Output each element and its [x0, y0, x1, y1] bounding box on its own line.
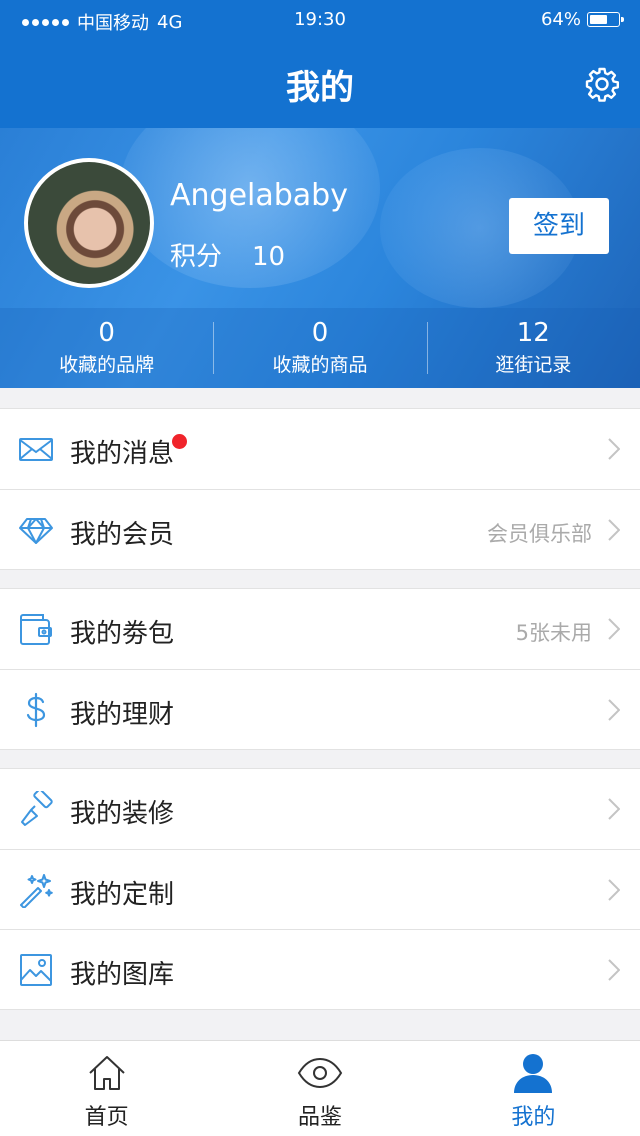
stat-browsing-history[interactable]: 12 逛街记录: [426, 308, 640, 388]
gear-icon[interactable]: [584, 66, 620, 102]
wallet-icon: [20, 614, 52, 645]
points-label: 积分: [170, 242, 223, 272]
stat-value: 0: [311, 318, 329, 348]
menu-item-messages[interactable]: 我的消息: [0, 409, 640, 489]
chevron-right-icon: [608, 519, 620, 541]
top-bar: 中国移动 4G 19:30 64% 我的: [0, 0, 640, 128]
avatar[interactable]: [24, 158, 154, 288]
chevron-right-icon: [608, 618, 620, 640]
tab-label: 首页: [84, 1105, 129, 1130]
menu-item-coupons[interactable]: 我的劵包 5张未用: [0, 589, 640, 669]
image-icon: [20, 954, 52, 986]
stat-value: 0: [98, 318, 115, 348]
paint-roller-icon: [21, 791, 53, 826]
points-info: 积分 10: [170, 236, 285, 273]
tab-bar: 首页 品鉴 我的: [0, 1040, 640, 1136]
eye-icon: [297, 1057, 343, 1089]
dollar-icon: [26, 692, 46, 728]
stat-favorite-brands[interactable]: 0 收藏的品牌: [0, 308, 213, 388]
stat-favorite-products[interactable]: 0 收藏的商品: [213, 308, 426, 388]
menu-label: 我的劵包: [70, 619, 175, 649]
menu-item-gallery[interactable]: 我的图库: [0, 929, 640, 1009]
chevron-right-icon: [608, 959, 620, 981]
menu-item-membership[interactable]: 我的会员 会员俱乐部: [0, 489, 640, 569]
stat-value: 12: [516, 318, 550, 348]
chevron-right-icon: [608, 699, 620, 721]
menu-group-2: 我的劵包 5张未用 我的理财: [0, 588, 640, 750]
menu-label: 我的理财: [70, 700, 175, 730]
unread-badge: [172, 434, 187, 449]
menu-group-3: 我的装修 我的定制 我的图库: [0, 768, 640, 1010]
stat-label: 收藏的品牌: [59, 354, 155, 376]
profile-header: Angelababy 积分 10 签到 0 收藏的品牌 0 收藏的商品 12 逛街…: [0, 128, 640, 388]
menu-item-finance[interactable]: 我的理财: [0, 669, 640, 749]
battery-percent: 64%: [540, 9, 581, 30]
chevron-right-icon: [608, 879, 620, 901]
mail-icon: [19, 438, 53, 461]
checkin-button[interactable]: 签到: [509, 198, 609, 254]
menu-group-1: 我的消息 我的会员 会员俱乐部: [0, 408, 640, 570]
menu-label: 我的装修: [70, 799, 175, 829]
home-icon: [88, 1056, 125, 1090]
username: Angelababy: [170, 178, 348, 213]
status-bar: 中国移动 4G 19:30 64%: [0, 0, 640, 40]
menu-item-decoration[interactable]: 我的装修: [0, 769, 640, 849]
tab-label: 品鉴: [297, 1105, 342, 1130]
diamond-icon: [19, 518, 53, 544]
menu-label: 我的会员: [70, 520, 175, 550]
menu-item-custom[interactable]: 我的定制: [0, 849, 640, 929]
magic-wand-icon: [20, 874, 53, 908]
points-value: 10: [252, 242, 286, 272]
stats-bar: 0 收藏的品牌 0 收藏的商品 12 逛街记录: [0, 308, 640, 388]
stat-label: 逛街记录: [495, 354, 572, 376]
menu-label: 我的图库: [70, 960, 175, 990]
page-title: 我的: [286, 68, 354, 108]
chevron-right-icon: [608, 798, 620, 820]
stat-label: 收藏的商品: [272, 354, 368, 376]
menu-subtext: 会员俱乐部: [487, 522, 592, 546]
tab-label: 我的: [511, 1105, 556, 1130]
tab-tasting[interactable]: 品鉴: [213, 1041, 426, 1136]
menu-subtext: 5张未用: [515, 621, 592, 645]
tab-mine[interactable]: 我的: [427, 1041, 640, 1136]
menu-label: 我的消息: [70, 439, 175, 469]
menu-label: 我的定制: [70, 880, 175, 910]
user-icon: [514, 1054, 553, 1093]
chevron-right-icon: [608, 438, 620, 460]
battery-icon: [587, 12, 624, 27]
tab-home[interactable]: 首页: [0, 1041, 213, 1136]
